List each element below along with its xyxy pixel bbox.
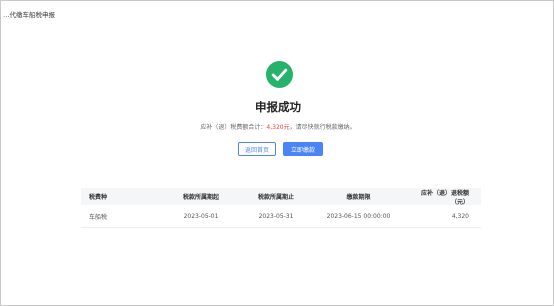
table-cell: 车船税 — [89, 213, 108, 221]
column-header: 税款所属期起 — [182, 194, 219, 201]
column-header: 税款所属期止 — [257, 194, 294, 201]
table-cell: 2023-05-01 — [183, 212, 219, 220]
table-cell: 4,320 — [451, 212, 469, 220]
summary-prefix: 应补（退）税费额合计： — [200, 124, 267, 131]
back-home-button[interactable]: 返回首页 — [238, 142, 276, 156]
success-headline: 申报成功 — [255, 100, 301, 114]
column-header: 税费种 — [89, 194, 108, 201]
summary-amount: 4,320元 — [266, 124, 290, 131]
app-window: …代缴车船税申报 申报成功 应补（退）税费额合计：4,320元，请尽快就行税款缴… — [0, 0, 554, 306]
tax-summary: 应补（退）税费额合计：4,320元，请尽快就行税款缴纳。 — [1, 122, 554, 131]
table-header: 税费种 税款所属期起 税款所属期止 缴款期限 应补（退）退税额（元） — [81, 188, 481, 206]
table-cell: 2023-05-31 — [258, 212, 294, 220]
pay-now-button[interactable]: 立即缴款 — [283, 142, 323, 156]
table-cell: 2023-06-15 00:00:00 — [326, 212, 391, 220]
tax-table: 税费种 税款所属期起 税款所属期止 缴款期限 应补（退）退税额（元） 车船税 2… — [81, 188, 481, 228]
summary-suffix: ，请尽快就行税款缴纳。 — [289, 124, 356, 131]
check-circle-icon — [266, 61, 293, 88]
column-header: 缴款期限 — [346, 194, 371, 201]
column-header: 应补（退）退税额（元） — [420, 189, 469, 206]
table-row: 车船税 2023-05-01 2023-05-31 2023-06-15 00:… — [81, 205, 481, 228]
page-title: …代缴车船税申报 — [3, 11, 55, 19]
